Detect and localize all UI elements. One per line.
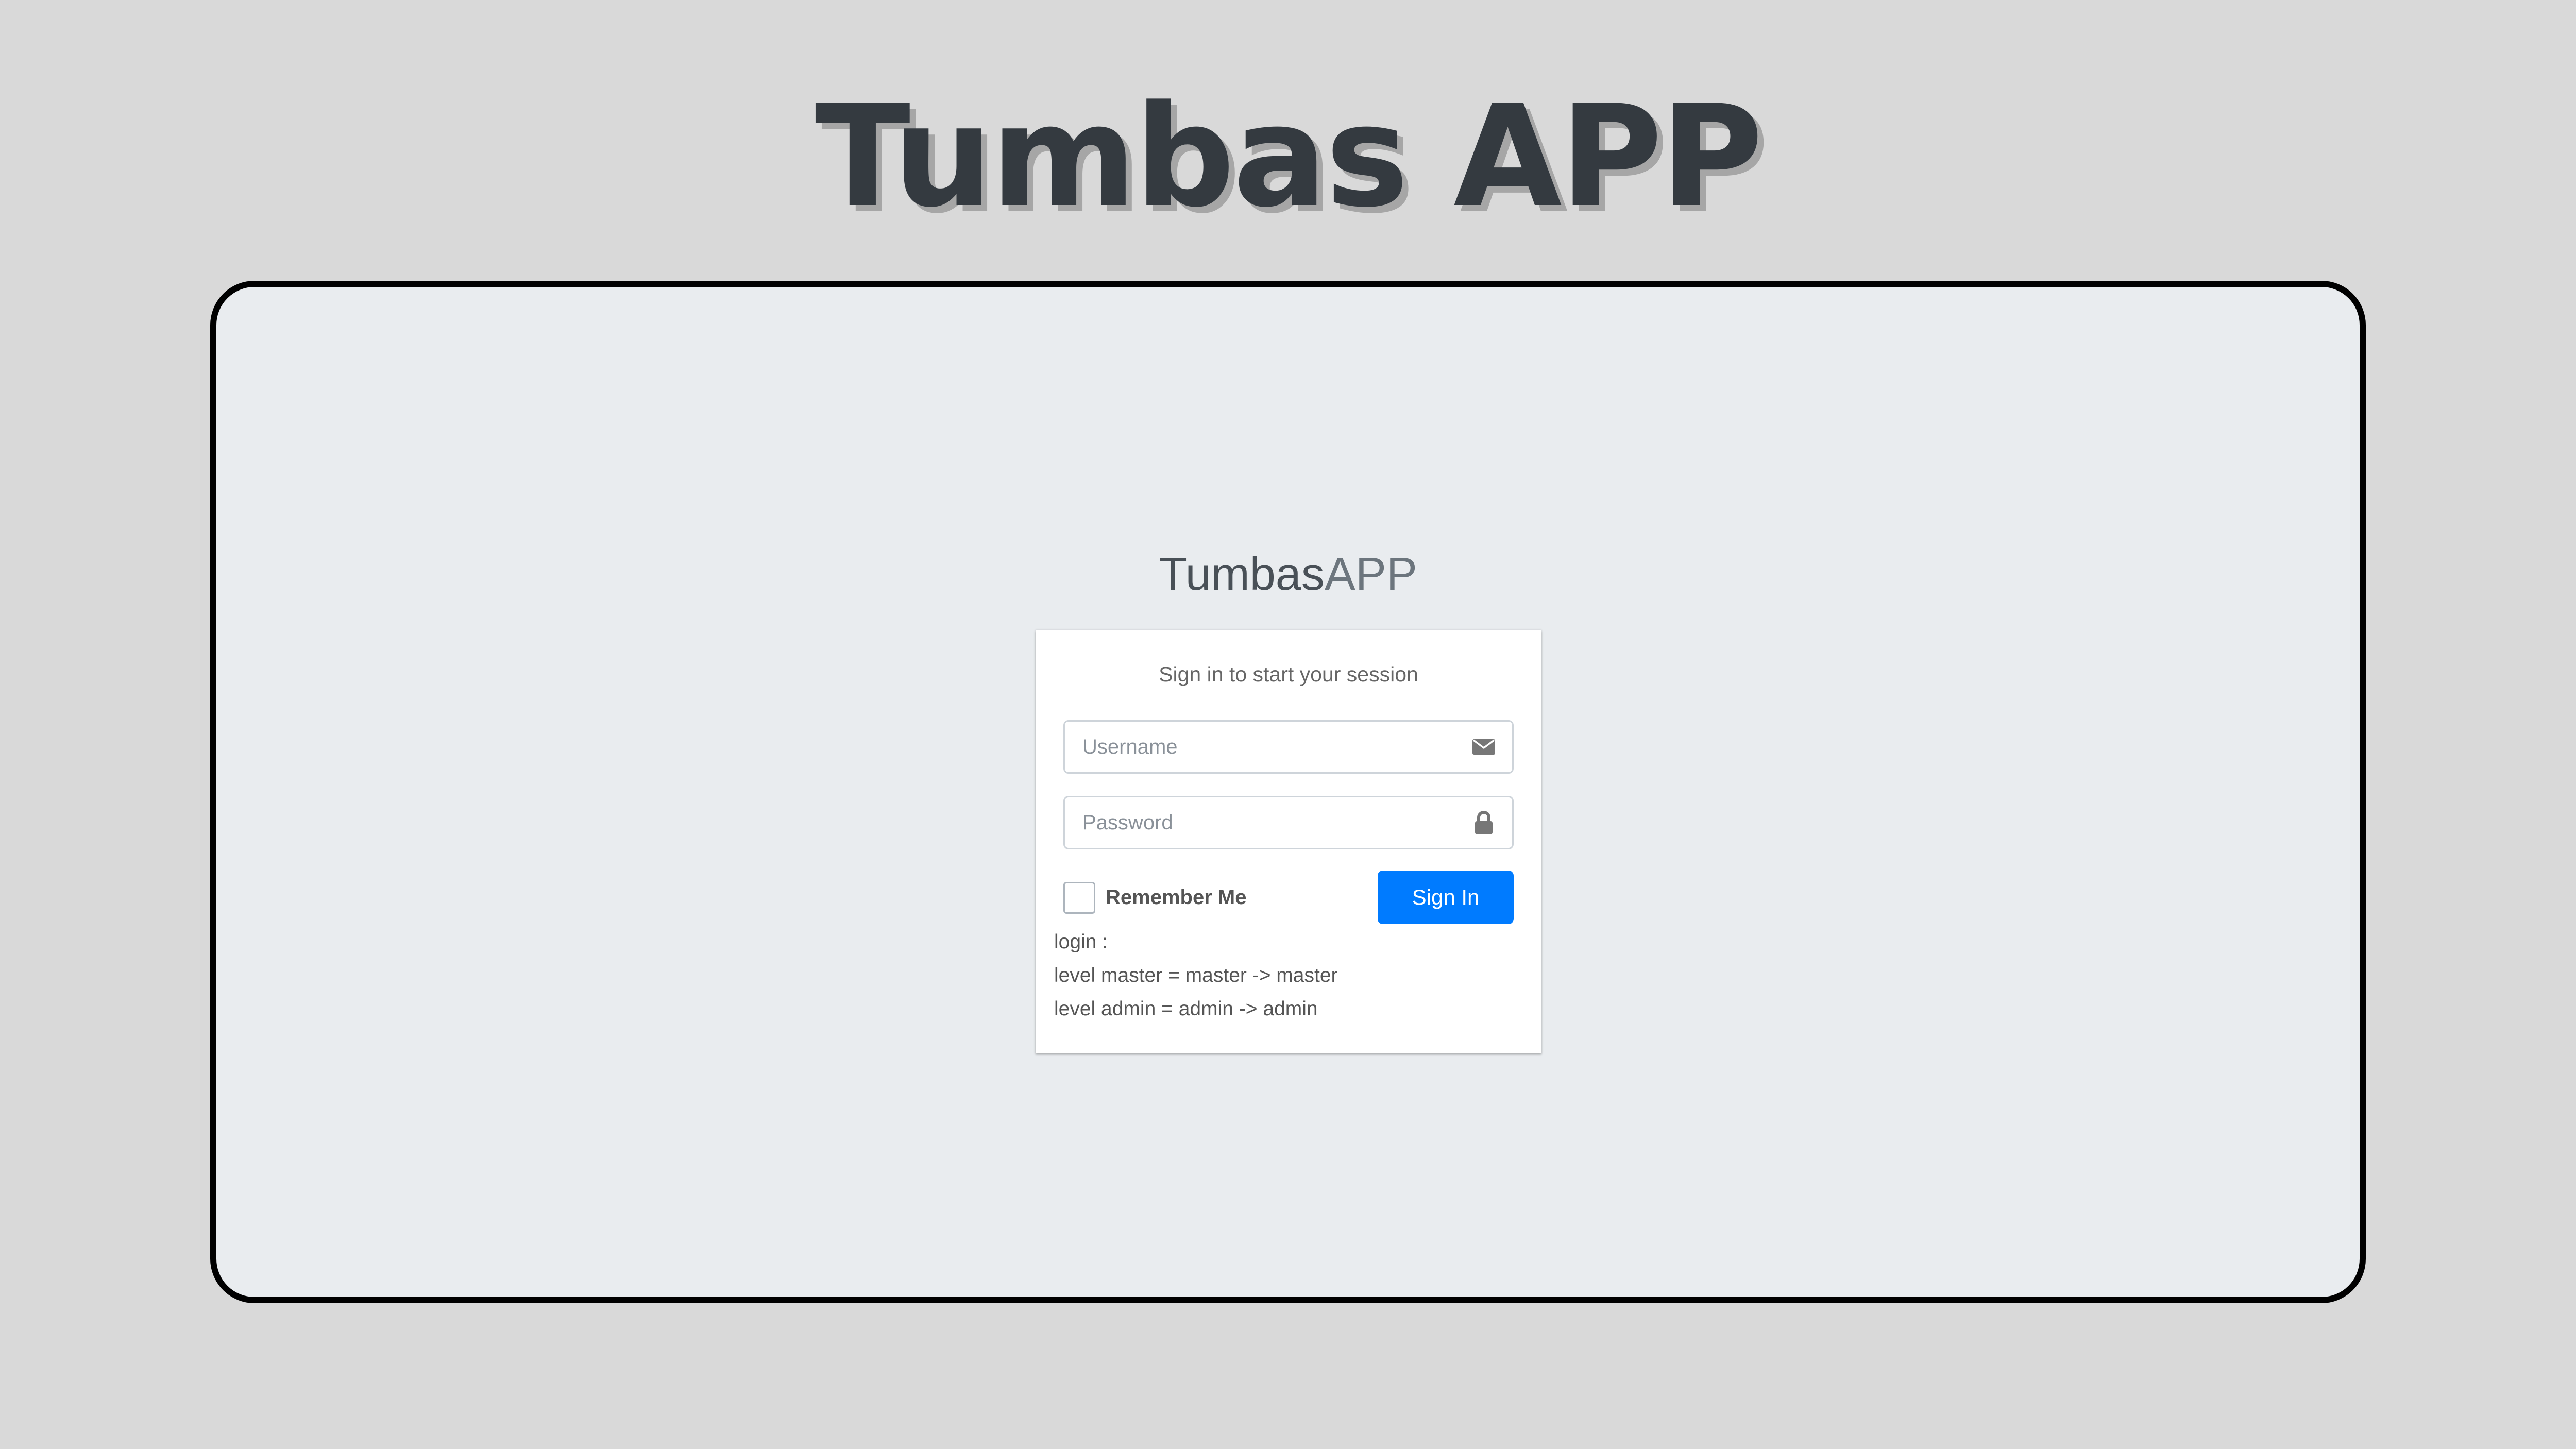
remember-me-label[interactable]: Remember Me xyxy=(1106,883,1246,912)
login-logo[interactable]: TumbasAPP xyxy=(0,541,2576,608)
sign-in-button[interactable]: Sign In xyxy=(1378,871,1514,924)
logo-bold-text: Tumbas xyxy=(1159,549,1325,600)
page-title: Tumbas APP xyxy=(815,76,1764,238)
hint-line: level master = master -> master xyxy=(1054,964,1338,986)
password-input[interactable] xyxy=(1065,797,1456,848)
username-input[interactable] xyxy=(1065,722,1456,772)
remember-me[interactable]: Remember Me xyxy=(1063,880,1352,916)
envelope-icon xyxy=(1471,734,1497,760)
hint-line: login : xyxy=(1054,931,1108,953)
hint-line: level admin = admin -> admin xyxy=(1054,998,1318,1020)
login-card: Sign in to start your session Remember M… xyxy=(1036,630,1541,1053)
remember-me-checkbox[interactable] xyxy=(1063,882,1095,914)
login-box-message: Sign in to start your session xyxy=(1159,662,1418,686)
logo-light-text: APP xyxy=(1324,549,1417,600)
lock-icon xyxy=(1471,810,1497,836)
login-hint: login : level master = master -> master … xyxy=(1054,925,1338,1026)
username-input-group xyxy=(1063,720,1514,774)
password-input-group xyxy=(1063,796,1514,849)
